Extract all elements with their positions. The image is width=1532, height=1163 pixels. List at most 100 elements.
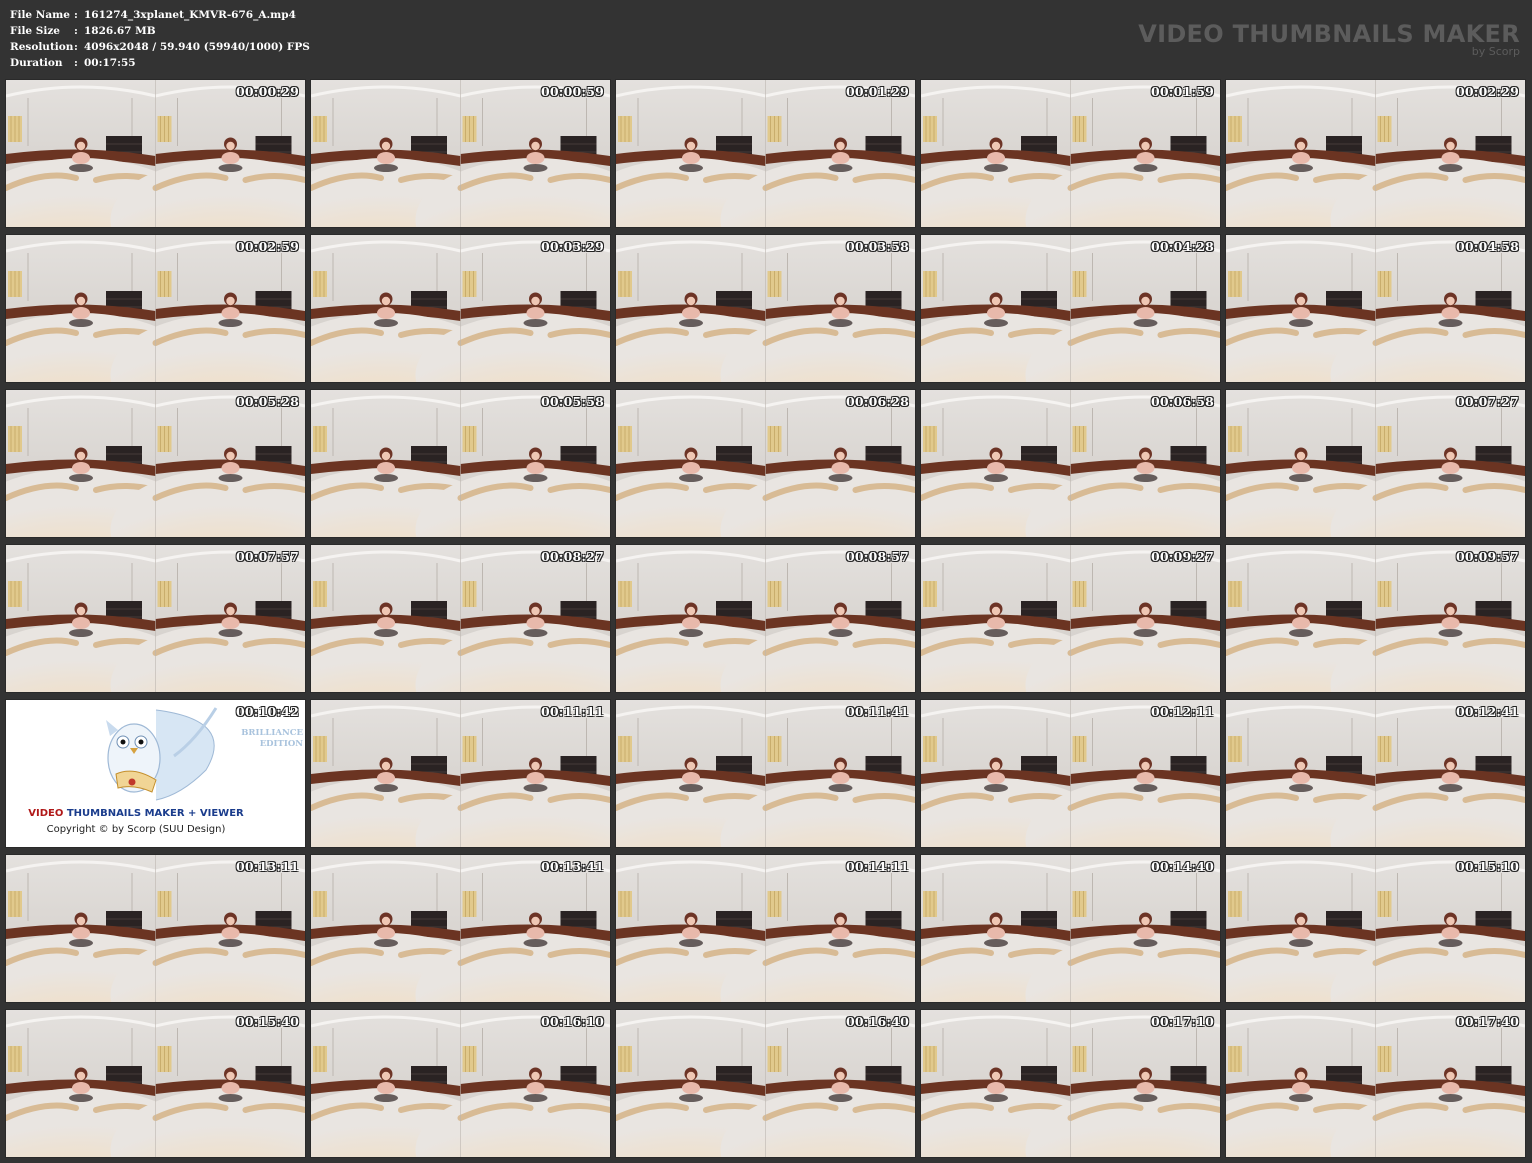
timestamp-label: 00:12:41 bbox=[1455, 704, 1519, 719]
thumbnail: 00:09:57 bbox=[1225, 544, 1526, 693]
vr-scene-image bbox=[616, 545, 915, 692]
thumbnail: 00:14:40 bbox=[920, 854, 1221, 1003]
timestamp-label: 00:17:10 bbox=[1150, 1014, 1214, 1029]
thumbnail: 00:01:29 bbox=[615, 79, 916, 228]
thumbnail-grid: 00:00:29 00:00:59 00:01:29 00:01:59 00:0… bbox=[5, 79, 1526, 1158]
vr-scene-image bbox=[1226, 235, 1525, 382]
vr-scene-image bbox=[6, 235, 305, 382]
thumbnail: 00:16:10 bbox=[310, 1009, 611, 1158]
thumbnail: 00:03:29 bbox=[310, 234, 611, 383]
vr-scene-image bbox=[311, 1010, 610, 1157]
timestamp-label: 00:17:40 bbox=[1455, 1014, 1519, 1029]
vr-scene-image bbox=[311, 855, 610, 1002]
thumbnail: 00:12:11 bbox=[920, 699, 1221, 848]
thumbnail: 00:05:58 bbox=[310, 389, 611, 538]
logo-caption-blue: THUMBNAILS MAKER + VIEWER bbox=[66, 808, 244, 819]
thumbnail: 00:03:58 bbox=[615, 234, 916, 383]
timestamp-label: 00:13:11 bbox=[235, 859, 299, 874]
thumbnail: 00:05:28 bbox=[5, 389, 306, 538]
thumbnail: 00:06:28 bbox=[615, 389, 916, 538]
timestamp-label: 00:05:58 bbox=[540, 394, 604, 409]
separator: : bbox=[74, 57, 78, 69]
vr-scene-image bbox=[921, 700, 1220, 847]
thumbnail: 00:17:10 bbox=[920, 1009, 1221, 1158]
thumbnail: 00:15:10 bbox=[1225, 854, 1526, 1003]
timestamp-label: 00:03:58 bbox=[845, 239, 909, 254]
duration-value: 00:17:55 bbox=[84, 57, 136, 69]
timestamp-label: 00:00:59 bbox=[540, 84, 604, 99]
timestamp-label: 00:06:28 bbox=[845, 394, 909, 409]
file-size-label: File Size bbox=[10, 25, 60, 37]
contact-sheet: File Name : 161274_3xplanet_KMVR-676_A.m… bbox=[0, 0, 1532, 1163]
timestamp-label: 00:14:40 bbox=[1150, 859, 1214, 874]
thumbnail: 00:04:28 bbox=[920, 234, 1221, 383]
vr-scene-image bbox=[311, 80, 610, 227]
vr-scene-image bbox=[6, 855, 305, 1002]
thumbnail: 00:01:59 bbox=[920, 79, 1221, 228]
vr-scene-image bbox=[1226, 855, 1525, 1002]
logo-thumbnail: BRILLIANCE EDITION VIDEO THUMBNAILS MAKER … bbox=[5, 699, 306, 848]
vr-scene-image bbox=[1226, 80, 1525, 227]
vr-scene-image bbox=[616, 855, 915, 1002]
timestamp-label: 00:09:57 bbox=[1455, 549, 1519, 564]
vr-scene-image bbox=[6, 80, 305, 227]
thumbnail: 00:11:11 bbox=[310, 699, 611, 848]
thumbnail: 00:07:27 bbox=[1225, 389, 1526, 538]
logo-edition-text: BRILLIANCE EDITION bbox=[241, 728, 303, 750]
separator: : bbox=[74, 25, 78, 37]
thumbnail: 00:02:59 bbox=[5, 234, 306, 383]
thumbnail: 00:16:40 bbox=[615, 1009, 916, 1158]
timestamp-label: 00:03:29 bbox=[540, 239, 604, 254]
thumbnail: 00:04:58 bbox=[1225, 234, 1526, 383]
thumbnail: 00:00:29 bbox=[5, 79, 306, 228]
logo-copyright: Copyright © by Scorp (SUU Design) bbox=[46, 824, 226, 835]
file-size-row: File Size : 1826.67 MB bbox=[10, 23, 310, 39]
thumbnail: 00:14:11 bbox=[615, 854, 916, 1003]
timestamp-label: 00:14:11 bbox=[845, 859, 909, 874]
timestamp-label: 00:07:57 bbox=[235, 549, 299, 564]
vr-scene-image bbox=[311, 545, 610, 692]
timestamp-label: 00:16:40 bbox=[845, 1014, 909, 1029]
timestamp-label: 00:11:41 bbox=[845, 704, 909, 719]
file-info-panel: File Name : 161274_3xplanet_KMVR-676_A.m… bbox=[10, 7, 310, 71]
file-name-row: File Name : 161274_3xplanet_KMVR-676_A.m… bbox=[10, 7, 310, 23]
vr-scene-image bbox=[311, 700, 610, 847]
duration-label: Duration bbox=[10, 57, 63, 69]
vr-scene-image bbox=[1226, 700, 1525, 847]
thumbnail: 00:07:57 bbox=[5, 544, 306, 693]
logo-caption-red: VIDEO bbox=[28, 808, 64, 819]
resolution-label: Resolution bbox=[10, 41, 74, 53]
timestamp-label: 00:00:29 bbox=[235, 84, 299, 99]
resolution-row: Resolution : 4096x2048 / 59.940 (59940/1… bbox=[10, 39, 310, 55]
vr-scene-image bbox=[6, 1010, 305, 1157]
logo-caption: VIDEO THUMBNAILS MAKER + VIEWER bbox=[6, 808, 266, 819]
edition-line: BRILLIANCE bbox=[241, 728, 303, 738]
vr-scene-image bbox=[616, 1010, 915, 1157]
file-name-value: 161274_3xplanet_KMVR-676_A.mp4 bbox=[84, 9, 296, 21]
thumbnail: 00:17:40 bbox=[1225, 1009, 1526, 1158]
timestamp-label: 00:13:41 bbox=[540, 859, 604, 874]
vr-scene-image bbox=[616, 700, 915, 847]
file-size-value: 1826.67 MB bbox=[84, 25, 156, 37]
brand-watermark: VIDEO THUMBNAILS MAKER by Scorp bbox=[1138, 20, 1520, 58]
timestamp-label: 00:02:59 bbox=[235, 239, 299, 254]
vr-scene-image bbox=[311, 235, 610, 382]
vr-scene-image bbox=[616, 235, 915, 382]
vr-scene-image bbox=[921, 855, 1220, 1002]
thumbnail: 00:08:27 bbox=[310, 544, 611, 693]
timestamp-label: 00:11:11 bbox=[540, 704, 604, 719]
timestamp-label: 00:01:59 bbox=[1150, 84, 1214, 99]
thumbnail: 00:12:41 bbox=[1225, 699, 1526, 848]
vr-scene-image bbox=[921, 80, 1220, 227]
vr-scene-image bbox=[1226, 1010, 1525, 1157]
thumbnail: 00:11:41 bbox=[615, 699, 916, 848]
thumbnail: 00:09:27 bbox=[920, 544, 1221, 693]
edition-line: EDITION bbox=[259, 739, 303, 749]
vr-scene-image bbox=[921, 235, 1220, 382]
thumbnail: 00:13:41 bbox=[310, 854, 611, 1003]
vr-scene-image bbox=[1226, 545, 1525, 692]
timestamp-label: 00:06:58 bbox=[1150, 394, 1214, 409]
vr-scene-image bbox=[1226, 390, 1525, 537]
vr-scene-image bbox=[6, 390, 305, 537]
timestamp-label: 00:15:10 bbox=[1455, 859, 1519, 874]
